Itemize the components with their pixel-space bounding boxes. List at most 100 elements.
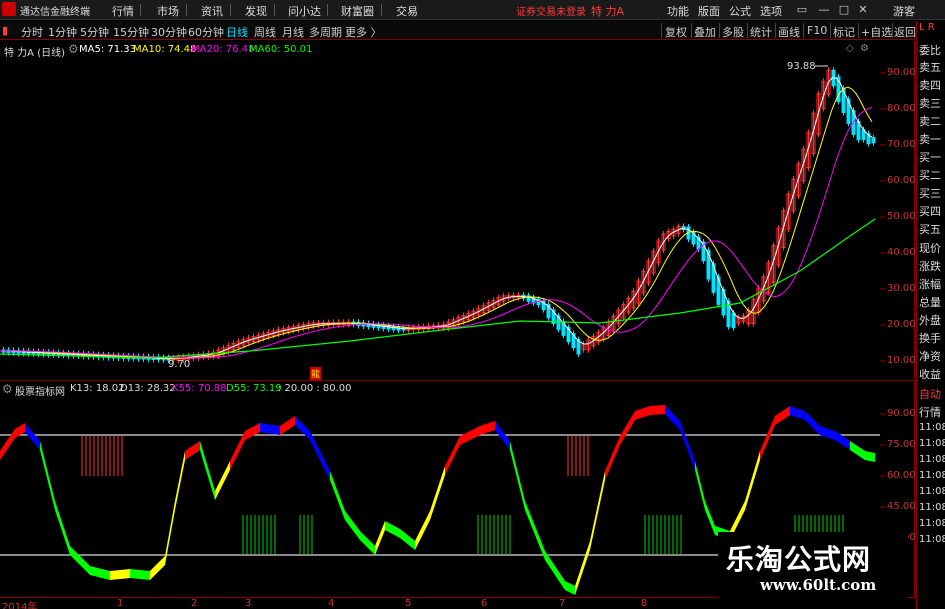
tool-add-favorite[interactable]: +自选 bbox=[861, 24, 892, 40]
tool-draw[interactable]: 画线 bbox=[778, 24, 800, 40]
dragon-marker[interactable]: 龍 bbox=[310, 367, 322, 380]
diamond-icon[interactable]: ◇ bbox=[846, 43, 854, 54]
ma20-line bbox=[0, 107, 873, 359]
maximize-icon[interactable]: □ bbox=[838, 4, 850, 16]
oscillator-band bbox=[605, 436, 620, 480]
d55-legend: D55: 73.19 bbox=[226, 383, 282, 394]
oscillator-band bbox=[130, 569, 150, 580]
tool-mark[interactable]: 标记 bbox=[833, 24, 855, 40]
oscillator-band bbox=[55, 501, 70, 555]
period-tab-30min[interactable]: 30分钟 bbox=[151, 24, 187, 40]
oscillator-band bbox=[260, 423, 280, 435]
oscillator-band bbox=[295, 416, 310, 440]
y-tick-40: 40.00 bbox=[887, 247, 916, 258]
ma60-line bbox=[0, 218, 876, 359]
oscillator-band bbox=[245, 423, 260, 440]
period-tab-multi[interactable]: 多周期 bbox=[309, 24, 342, 40]
y-tick-90: 90.00 bbox=[887, 67, 916, 78]
period-tab-weekly[interactable]: 周线 bbox=[254, 24, 276, 40]
oscillator-band bbox=[510, 441, 525, 510]
period-tab-daily[interactable]: 日线 bbox=[226, 24, 248, 40]
oscillator-band bbox=[775, 406, 790, 425]
settings-gear-icon[interactable]: ⚙ bbox=[68, 42, 79, 56]
oscillator-band bbox=[150, 556, 165, 580]
oscillator-band bbox=[330, 471, 345, 520]
oscillator-band bbox=[480, 421, 495, 435]
menu-quotes[interactable]: 行情 bbox=[112, 3, 134, 19]
candle-body bbox=[871, 137, 876, 144]
period-panel-icon[interactable]: ▮ bbox=[2, 24, 8, 37]
period-tab-more[interactable]: 更多 〉 bbox=[345, 24, 382, 40]
indicator-settings-icon[interactable]: ⚙ bbox=[2, 382, 13, 396]
restore-icon[interactable]: ▭ bbox=[796, 4, 808, 16]
user-guest[interactable]: 游客 bbox=[893, 3, 915, 19]
toolbar-divider bbox=[661, 23, 662, 38]
sub-y-tick-45: 45.00 bbox=[887, 501, 916, 512]
toolbar-divider bbox=[892, 23, 893, 38]
period-tab-timeshare[interactable]: 分时 bbox=[21, 24, 43, 40]
tool-statistics[interactable]: 统计 bbox=[750, 24, 772, 40]
rp-tick-time: 11:08 bbox=[919, 470, 945, 481]
k55-legend: K55: 70.88 bbox=[172, 383, 227, 394]
menu-discover[interactable]: 发现 bbox=[245, 3, 267, 19]
tool-overlay[interactable]: 叠加 bbox=[694, 24, 716, 40]
oscillator-band bbox=[865, 451, 875, 462]
menu-formula[interactable]: 公式 bbox=[729, 3, 751, 19]
rp-header-icon: L R bbox=[919, 22, 935, 33]
menu-wealth[interactable]: 财富圈 bbox=[341, 3, 374, 19]
period-tab-5min[interactable]: 5分钟 bbox=[80, 24, 109, 40]
menu-divider bbox=[381, 4, 382, 16]
rp-volume: 总量 bbox=[919, 296, 941, 309]
y-tick-10: 10.00 bbox=[887, 355, 916, 366]
menu-news[interactable]: 资讯 bbox=[201, 3, 223, 19]
rp-earnings: 收益 bbox=[919, 368, 941, 381]
oscillator-band bbox=[445, 436, 460, 475]
rp-quote-tab[interactable]: 行情 bbox=[919, 404, 941, 420]
oscillator-band bbox=[565, 581, 575, 595]
kline-chart-canvas bbox=[0, 65, 886, 364]
menu-trade[interactable]: 交易 bbox=[396, 3, 418, 19]
period-tab-1min[interactable]: 1分钟 bbox=[48, 24, 77, 40]
menu-ask[interactable]: 问小达 bbox=[288, 3, 321, 19]
close-icon[interactable]: ✕ bbox=[857, 4, 869, 16]
kline-chart[interactable]: 特 力A (日线) ⚙ MA5: 71.33 MA10: 74.48 MA20:… bbox=[0, 41, 916, 380]
low-price-label: 9.70 bbox=[168, 359, 191, 370]
rp-bid5: 买五 bbox=[919, 223, 941, 236]
rp-change-pct: 涨幅 bbox=[919, 278, 941, 291]
menu-divider bbox=[186, 4, 187, 16]
date-label-jun: 6 bbox=[481, 598, 488, 609]
date-label-apr: 4 bbox=[328, 598, 335, 609]
oscillator-band bbox=[360, 531, 375, 555]
menu-divider bbox=[140, 4, 141, 16]
rp-commission-ratio: 委比 bbox=[919, 44, 941, 57]
tool-f10[interactable]: F10 bbox=[807, 24, 827, 37]
oscillator-band bbox=[590, 471, 605, 550]
tool-multi-stock[interactable]: 多股 bbox=[722, 24, 744, 40]
toolbar-divider bbox=[719, 23, 720, 38]
login-notice[interactable]: 证券交易未登录 bbox=[516, 3, 586, 18]
tool-back[interactable]: 返回 bbox=[894, 24, 916, 40]
menu-layout[interactable]: 版面 bbox=[698, 3, 720, 19]
toolbar-divider bbox=[775, 23, 776, 38]
candle-body bbox=[731, 312, 736, 329]
period-tab-monthly[interactable]: 月线 bbox=[282, 24, 304, 40]
oscillator-band bbox=[345, 511, 360, 540]
sub-y-tick-60: 60.00 bbox=[887, 470, 916, 481]
oscillator-band bbox=[40, 441, 55, 510]
tool-adjust[interactable]: 复权 bbox=[665, 24, 687, 40]
sub-y-tick-75: 75.00 bbox=[887, 439, 916, 450]
menu-options[interactable]: 选项 bbox=[760, 3, 782, 19]
period-tab-15min[interactable]: 15分钟 bbox=[113, 24, 149, 40]
period-tab-60min[interactable]: 60分钟 bbox=[188, 24, 224, 40]
menu-functions[interactable]: 功能 bbox=[667, 3, 689, 19]
minimize-icon[interactable]: — bbox=[818, 4, 830, 16]
rp-turnover: 换手 bbox=[919, 332, 941, 345]
oscillator-band bbox=[25, 423, 40, 450]
sub-y-tick-90: 90.00 bbox=[887, 408, 916, 419]
menu-market[interactable]: 市场 bbox=[157, 3, 179, 19]
rp-tick-time: 11:08 bbox=[919, 486, 945, 497]
oscillator-band bbox=[460, 426, 480, 445]
rp-auto-tab[interactable]: 自动 bbox=[919, 386, 941, 402]
rp-bid2: 买二 bbox=[919, 169, 941, 182]
gear-small-icon[interactable]: ⚙ bbox=[860, 43, 869, 54]
